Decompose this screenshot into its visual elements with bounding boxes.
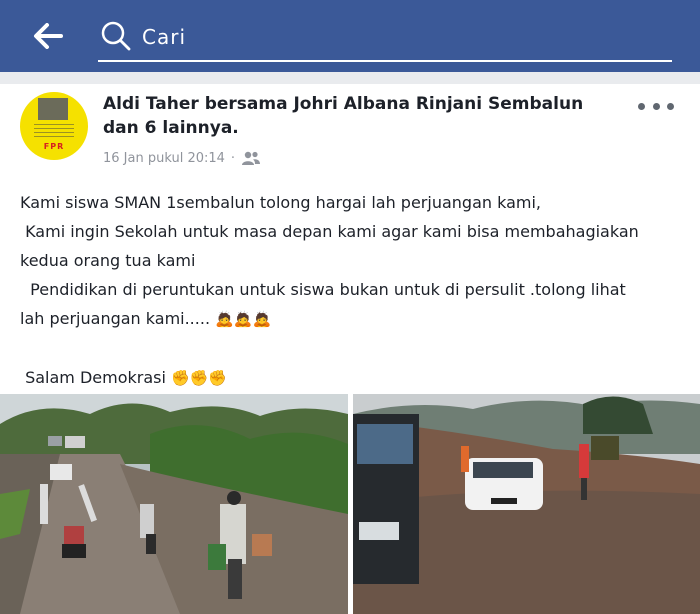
post-body-blank-line (20, 334, 685, 363)
arrow-left-icon (34, 23, 63, 49)
more-horizontal-icon-dot (638, 102, 645, 110)
meta-separator: · (230, 150, 236, 166)
post-body-line-text: lah perjuangan kami..... (20, 309, 216, 328)
post-body-line: Pendidikan di peruntukan untuk siswa buk… (20, 280, 626, 299)
avatar-photo (38, 98, 68, 120)
back-button[interactable] (30, 18, 66, 54)
post-body-line: Kami siswa SMAN 1sembalun tolong hargai … (20, 193, 541, 212)
search-icon (101, 21, 131, 51)
avatar[interactable]: FPR (20, 92, 88, 160)
top-bar (0, 0, 700, 72)
friends-icon[interactable] (241, 150, 261, 166)
post-body-line: Kami ingin Sekolah untuk masa depan kami… (20, 222, 639, 241)
more-horizontal-icon-dot (667, 102, 674, 110)
post-body: Kami siswa SMAN 1sembalun tolong hargai … (20, 188, 685, 393)
avatar-text-lines (34, 124, 74, 140)
post-greeting-line: Salam Demokrasi ✊✊✊ (20, 363, 685, 393)
post-body-line: lah perjuangan kami..... 🙇🙇🙇 (20, 304, 685, 334)
search-bar[interactable] (98, 14, 672, 62)
avatar-logo-text: FPR (43, 142, 65, 151)
muddy-road-students-photo[interactable] (0, 394, 348, 614)
post-author-line[interactable]: Aldi Taher bersama Johri Albana Rinjani … (103, 92, 623, 140)
photo-image (353, 394, 700, 614)
post-greeting-text: Salam Demokrasi (20, 368, 172, 387)
post-body-line: kedua orang tua kami (20, 251, 196, 270)
bowing-emoji: 🙇🙇🙇 (215, 310, 272, 328)
post-timestamp[interactable]: 16 Jan pukul 20:14 (103, 151, 225, 166)
search-input[interactable] (140, 20, 644, 54)
more-horizontal-icon-dot (652, 102, 660, 110)
post-meta: 16 Jan pukul 20:14 · (103, 148, 261, 168)
more-options-button[interactable] (638, 96, 674, 116)
photo-image (0, 394, 348, 614)
cars-stuck-in-mud-photo[interactable] (353, 394, 700, 614)
fist-emoji: ✊✊✊ (171, 369, 228, 387)
post-card: FPR Aldi Taher bersama Johri Albana Rinj… (0, 84, 700, 614)
